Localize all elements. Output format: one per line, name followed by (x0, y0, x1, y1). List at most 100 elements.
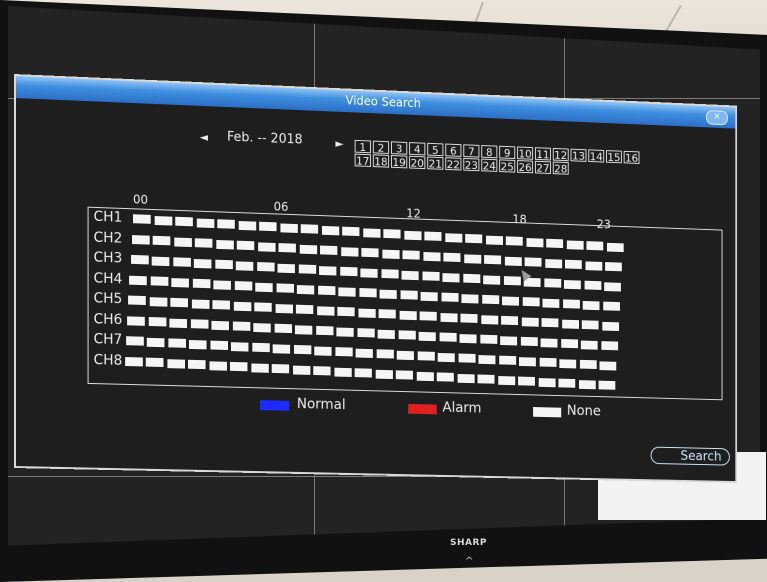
timeline-slot[interactable] (461, 314, 478, 323)
day-cell[interactable]: 19 (391, 155, 407, 168)
timeline-slot[interactable] (274, 324, 291, 333)
timeline-slot[interactable] (253, 323, 270, 332)
timeline-slot[interactable] (153, 236, 171, 246)
timeline-slot[interactable] (416, 371, 433, 380)
timeline-slot[interactable] (189, 340, 207, 349)
timeline-slot[interactable] (378, 329, 395, 338)
timeline-slot[interactable] (439, 332, 456, 341)
timeline-slot[interactable] (438, 352, 455, 361)
timeline-slot[interactable] (484, 255, 501, 264)
timeline-slot[interactable] (403, 250, 420, 259)
timeline-slot[interactable] (424, 232, 441, 241)
timeline-slot[interactable] (257, 262, 274, 271)
timeline-slot[interactable] (520, 337, 537, 346)
timeline-slot[interactable] (465, 234, 482, 243)
day-cell[interactable]: 25 (499, 159, 515, 172)
timeline-slot[interactable] (359, 288, 376, 297)
timeline-slot[interactable] (464, 254, 481, 263)
timeline-slot[interactable] (169, 318, 187, 327)
timeline-slot[interactable] (397, 350, 414, 359)
timeline-slot[interactable] (358, 308, 375, 317)
timeline-slot[interactable] (172, 278, 190, 287)
day-cell[interactable]: 17 (355, 154, 371, 167)
timeline-slot[interactable] (340, 267, 357, 276)
day-cell[interactable]: 6 (445, 144, 461, 157)
timeline-slot[interactable] (321, 225, 338, 234)
timeline-slot[interactable] (338, 307, 355, 316)
timeline-slot[interactable] (460, 334, 477, 343)
timeline-slot[interactable] (276, 283, 293, 292)
timeline-slot[interactable] (297, 285, 314, 294)
timeline-slot[interactable] (526, 238, 543, 247)
timeline-slot[interactable] (132, 235, 150, 245)
day-cell[interactable]: 14 (588, 149, 604, 162)
timeline-slot[interactable] (313, 366, 330, 375)
day-cell[interactable]: 15 (606, 150, 622, 163)
timeline-slot[interactable] (605, 262, 622, 271)
timeline-slot[interactable] (564, 280, 581, 289)
timeline-slot[interactable] (523, 297, 540, 306)
timeline-slot[interactable] (603, 302, 620, 311)
timeline-slot[interactable] (317, 306, 334, 315)
prev-month-icon[interactable]: ◄ (200, 131, 208, 144)
timeline-slot[interactable] (499, 356, 516, 365)
timeline-slot[interactable] (519, 357, 536, 366)
timeline-slot[interactable] (504, 276, 521, 285)
timeline-slot[interactable] (560, 359, 577, 368)
timeline-slot[interactable] (443, 273, 460, 282)
timeline-slot[interactable] (400, 290, 417, 299)
timeline-slot[interactable] (237, 241, 254, 250)
timeline-slot[interactable] (315, 346, 332, 355)
timeline-slot[interactable] (355, 368, 372, 377)
timeline-slot[interactable] (423, 251, 440, 260)
timeline-slot[interactable] (298, 264, 315, 273)
day-cell[interactable]: 24 (481, 159, 497, 172)
timeline-slot[interactable] (379, 309, 396, 318)
timeline-slot[interactable] (273, 344, 290, 353)
timeline-slot[interactable] (127, 316, 145, 325)
timeline-slot[interactable] (234, 301, 252, 310)
timeline-slot[interactable] (126, 336, 144, 345)
day-cell[interactable]: 23 (463, 158, 479, 171)
timeline-slot[interactable] (579, 380, 596, 389)
timeline-slot[interactable] (209, 361, 227, 370)
timeline-slot[interactable] (561, 339, 578, 348)
timeline-slot[interactable] (381, 269, 398, 278)
timeline-slot[interactable] (151, 276, 169, 285)
search-button[interactable]: Search (651, 447, 730, 466)
timeline-slot[interactable] (480, 335, 497, 344)
timeline-slot[interactable] (335, 347, 352, 356)
timeline-slot[interactable] (418, 351, 435, 360)
timeline-slot[interactable] (295, 325, 312, 334)
timeline-slot[interactable] (146, 358, 164, 367)
timeline-slot[interactable] (357, 328, 374, 337)
timeline-slot[interactable] (565, 260, 582, 269)
timeline-slot[interactable] (542, 318, 559, 327)
timeline-slot[interactable] (173, 257, 191, 266)
timeline-slot[interactable] (154, 216, 172, 226)
timeline-slot[interactable] (399, 310, 416, 319)
timeline-slot[interactable] (375, 369, 392, 378)
timeline-slot[interactable] (518, 377, 535, 386)
day-cell[interactable]: 28 (553, 161, 569, 174)
timeline-slot[interactable] (483, 275, 500, 284)
timeline-slot[interactable] (599, 381, 616, 390)
timeline-slot[interactable] (458, 354, 475, 363)
timeline-slot[interactable] (192, 299, 210, 308)
day-cell[interactable]: 8 (481, 145, 497, 158)
timeline-slot[interactable] (230, 362, 248, 371)
day-cell[interactable]: 10 (517, 146, 533, 159)
timeline-slot[interactable] (252, 343, 269, 352)
timeline-slot[interactable] (318, 286, 335, 295)
timeline-slot[interactable] (600, 361, 617, 370)
timeline-slot[interactable] (402, 270, 419, 279)
timeline-slot[interactable] (525, 257, 542, 266)
day-cell[interactable]: 12 (553, 148, 569, 161)
day-cell[interactable]: 2 (373, 141, 389, 154)
day-cell[interactable]: 9 (499, 146, 515, 159)
timeline-slot[interactable] (196, 218, 214, 228)
timeline-slot[interactable] (498, 376, 515, 385)
timeline-slot[interactable] (363, 228, 380, 237)
timeline-slot[interactable] (437, 372, 454, 381)
timeline-slot[interactable] (320, 246, 337, 255)
